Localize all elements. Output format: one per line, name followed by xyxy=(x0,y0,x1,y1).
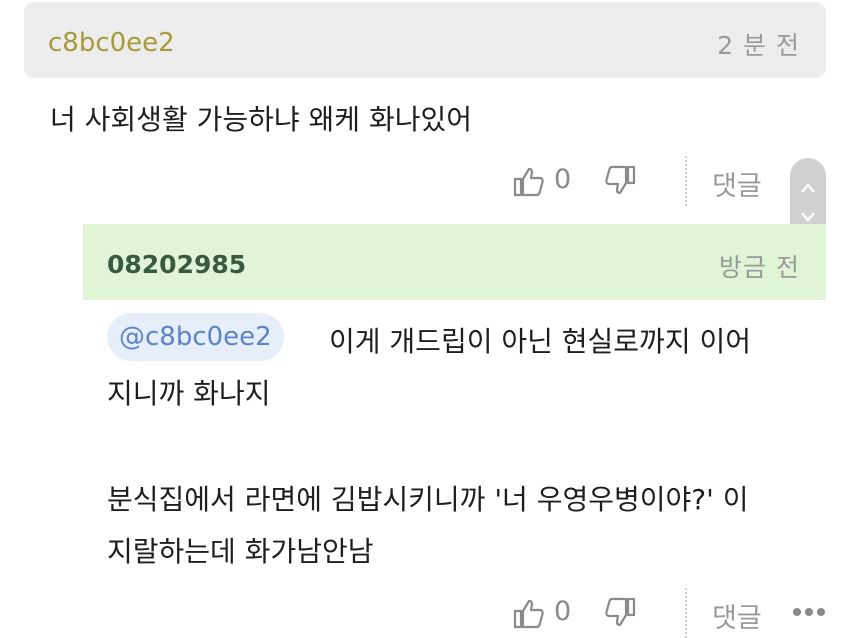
comment-timestamp: 2 분 전 xyxy=(717,31,800,60)
reply-body-line: 분식집에서 라면에 김밥시키니까 '너 우영우병이야?' 이 xyxy=(107,483,749,516)
thumbs-up-icon[interactable] xyxy=(512,596,546,630)
action-divider xyxy=(685,588,687,638)
reply-body-line: 지랄하는데 화가남안남 xyxy=(107,535,374,568)
reply-author[interactable]: 08202985 xyxy=(107,250,246,279)
reply-reply-link[interactable]: 댓글 xyxy=(712,596,762,635)
reply-body-line: 이게 개드립이 아닌 현실로까지 이어 xyxy=(329,325,752,358)
thumbs-up-icon[interactable] xyxy=(512,164,546,198)
thumbs-down-icon[interactable] xyxy=(603,596,637,630)
comment-actions: 0 댓글 xyxy=(0,156,850,206)
comment-header: c8bc0ee2 2 분 전 xyxy=(24,2,826,78)
chevron-down-icon[interactable] xyxy=(800,210,816,222)
more-dots-icon[interactable] xyxy=(792,600,826,624)
reply-like-count: 0 xyxy=(554,596,572,627)
comment-body: 너 사회생활 가능하냐 왜케 화나있어 xyxy=(50,103,473,136)
comment-author[interactable]: c8bc0ee2 xyxy=(48,28,175,58)
chevron-up-icon[interactable] xyxy=(800,182,816,194)
comment-reply-link[interactable]: 댓글 xyxy=(712,164,762,203)
reply-timestamp: 방금 전 xyxy=(719,253,800,282)
mention-tag[interactable]: @c8bc0ee2 xyxy=(107,313,284,361)
reply-header: 08202985 방금 전 xyxy=(83,224,826,300)
comment-like-count: 0 xyxy=(554,164,572,195)
reply-body-line: 지니까 화나지 xyxy=(107,377,271,410)
action-divider xyxy=(685,156,687,206)
thumbs-down-icon[interactable] xyxy=(603,164,637,198)
reply-actions: 0 댓글 xyxy=(0,588,850,638)
